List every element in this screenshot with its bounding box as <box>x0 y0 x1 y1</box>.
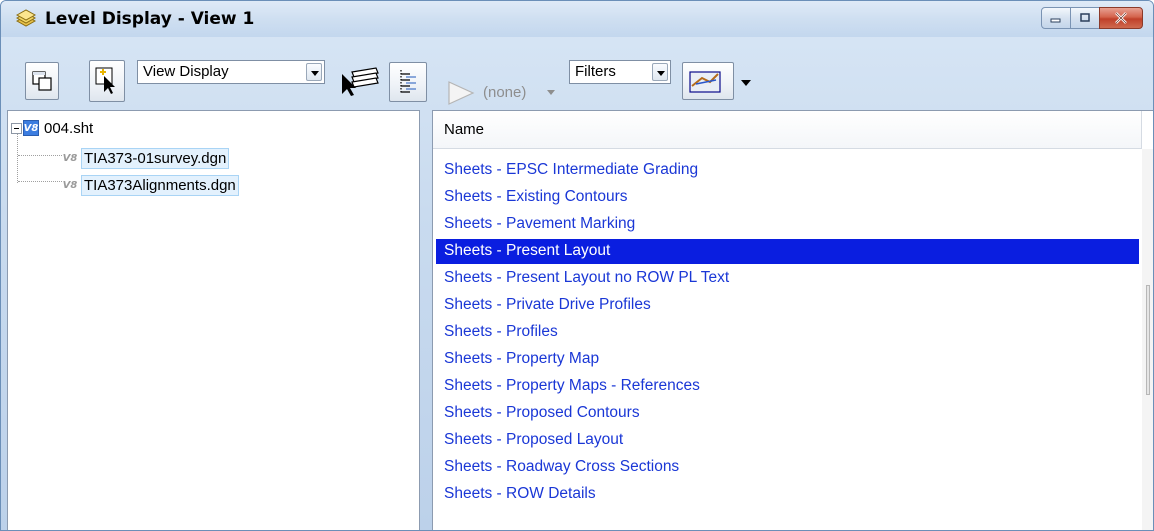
file-tree-panel: V8 004.sht V8 TIA373-01survey.dgn V8 TIA… <box>7 110 420 530</box>
v8-reference-icon: V8 <box>62 150 78 166</box>
v8-reference-icon: V8 <box>62 177 78 193</box>
level-display-icon <box>15 9 37 27</box>
display-mode-select[interactable]: View Display <box>137 60 325 84</box>
list-item[interactable]: Sheets - Roadway Cross Sections <box>436 455 1139 480</box>
column-header-label: Name <box>444 121 485 138</box>
highlight-icon <box>689 71 721 93</box>
maximize-button[interactable] <box>1070 7 1100 29</box>
list-item-selected[interactable]: Sheets - Present Layout <box>436 239 1139 264</box>
filters-select[interactable]: Filters <box>569 60 671 84</box>
filters-value: Filters <box>575 63 616 80</box>
list-item[interactable]: Sheets - Profiles <box>436 320 1139 345</box>
tree-item-label: TIA373-01survey.dgn <box>81 147 230 169</box>
levels-list-panel: Name Sheets - EPSC Intermediate Grading … <box>432 110 1153 530</box>
tree-view-icon <box>400 70 416 94</box>
tree-connector <box>17 133 18 183</box>
select-element-icon <box>95 67 115 94</box>
level-display-window: Level Display - View 1 View Display (non… <box>0 0 1154 531</box>
list-item[interactable]: Sheets - Existing Contours <box>436 185 1139 210</box>
list-item[interactable]: Sheets - EPSC Intermediate Grading <box>436 158 1139 183</box>
list-item[interactable]: Sheets - Property Map <box>436 347 1139 372</box>
window-title: Level Display - View 1 <box>45 9 255 29</box>
fit-views-button[interactable] <box>25 62 59 100</box>
highlight-button[interactable] <box>682 62 734 100</box>
chevron-down-icon <box>547 90 555 95</box>
title-bar[interactable]: Level Display - View 1 <box>1 1 1153 37</box>
fit-views-icon <box>32 71 52 91</box>
tree-view-toggle-button[interactable] <box>389 62 427 102</box>
tree-item-label: TIA373Alignments.dgn <box>81 174 239 196</box>
symbology-icon <box>448 81 475 105</box>
list-item[interactable]: Sheets - Present Layout no ROW PL Text <box>436 266 1139 291</box>
list-item[interactable]: Sheets - ROW Details <box>436 482 1139 507</box>
list-item[interactable]: Sheets - Proposed Layout <box>436 428 1139 453</box>
v8-file-icon: V8 <box>23 120 39 136</box>
chevron-down-icon <box>652 63 668 81</box>
close-icon <box>1115 12 1127 24</box>
minimize-button[interactable] <box>1041 7 1071 29</box>
toolbar: View Display (none) Filters <box>1 37 1153 109</box>
display-mode-value: View Display <box>143 63 229 80</box>
collapse-toggle[interactable] <box>11 122 22 134</box>
list-item[interactable]: Sheets - Pavement Marking <box>436 212 1139 237</box>
symbology-value: (none) <box>483 84 527 101</box>
maximize-icon <box>1080 13 1090 22</box>
chevron-down-icon[interactable] <box>741 80 751 86</box>
tree-item-root[interactable]: V8 004.sht <box>11 117 95 139</box>
tree-item-label: 004.sht <box>44 119 94 137</box>
select-element-button[interactable] <box>89 60 125 102</box>
tree-item-reference[interactable]: V8 TIA373Alignments.dgn <box>62 174 239 196</box>
tree-item-reference[interactable]: V8 TIA373-01survey.dgn <box>62 147 230 169</box>
vertical-scrollbar[interactable] <box>1142 149 1153 530</box>
minimize-icon <box>1050 18 1061 23</box>
list-item[interactable]: Sheets - Private Drive Profiles <box>436 293 1139 318</box>
symbology-selector: (none) <box>443 76 563 110</box>
close-button[interactable] <box>1099 7 1143 29</box>
name-column-header[interactable]: Name <box>433 111 1141 149</box>
tree-connector <box>18 155 62 156</box>
window-controls <box>1041 7 1143 29</box>
column-divider[interactable] <box>1141 111 1142 149</box>
scrollbar-thumb[interactable] <box>1146 285 1150 395</box>
level-manager-icon <box>342 67 379 96</box>
chevron-down-icon <box>306 63 322 81</box>
list-item[interactable]: Sheets - Proposed Contours <box>436 401 1139 426</box>
tree-connector <box>18 181 62 182</box>
list-item[interactable]: Sheets - Property Maps - References <box>436 374 1139 399</box>
level-manager-button[interactable] <box>337 62 383 100</box>
